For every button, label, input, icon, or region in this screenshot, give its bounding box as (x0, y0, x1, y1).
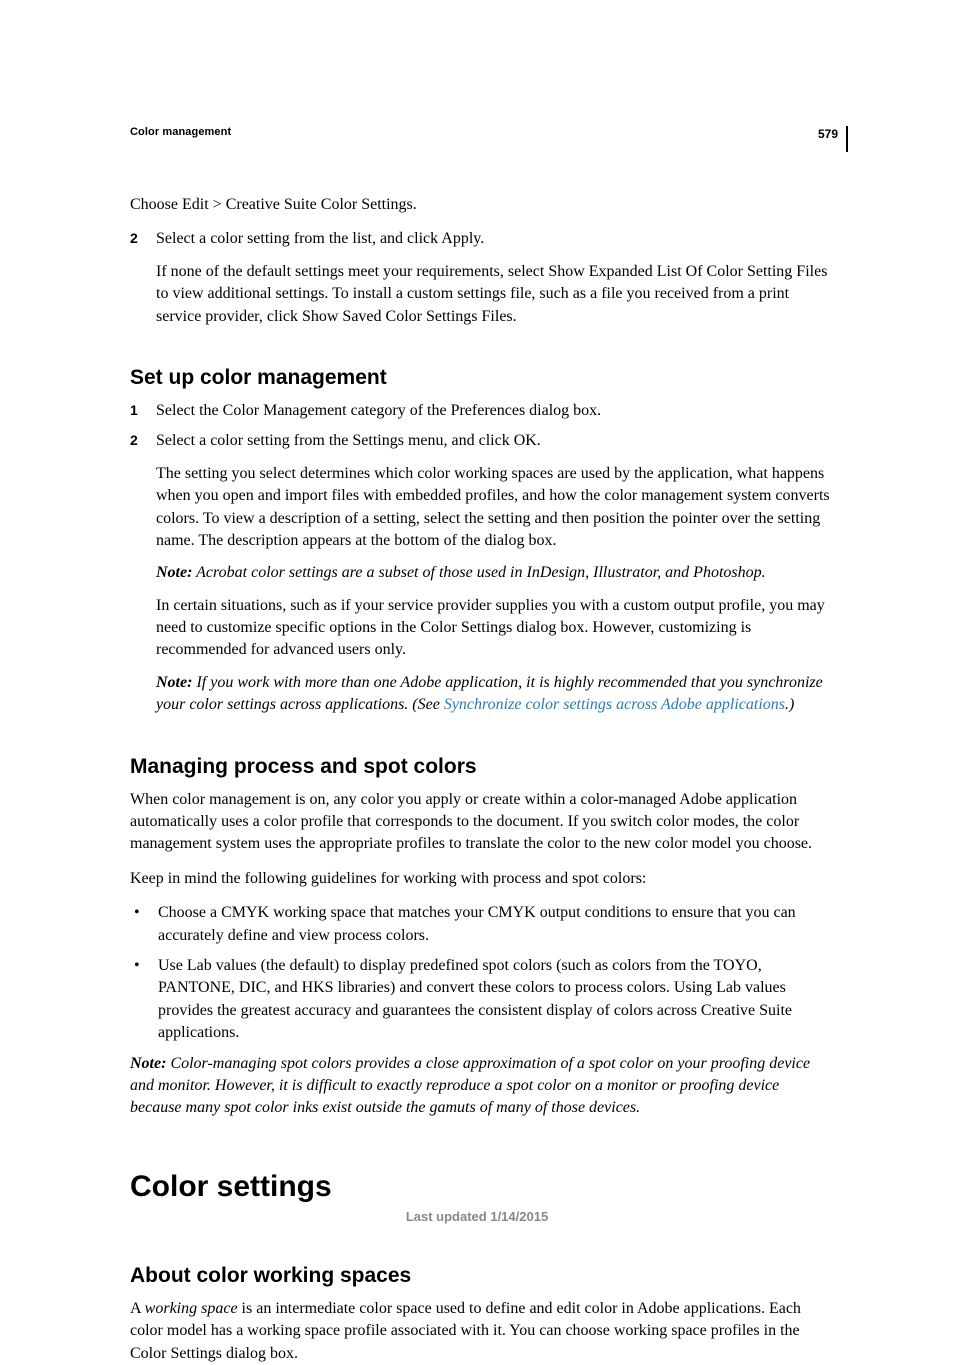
note-spot-colors: Note: Color-managing spot colors provide… (130, 1053, 830, 1120)
setup-step-1: 1 Select the Color Management category o… (130, 400, 830, 422)
process-p1: When color management is on, any color y… (130, 789, 830, 856)
bullet-icon: • (134, 902, 144, 947)
link-synchronize[interactable]: Synchronize color settings across Adobe … (444, 696, 785, 713)
intro-step-2: 2 Select a color setting from the list, … (130, 228, 830, 336)
about-p1: A working space is an intermediate color… (130, 1298, 830, 1365)
step-content: Select the Color Management category of … (156, 400, 830, 422)
process-p2: Keep in mind the following guidelines fo… (130, 868, 830, 890)
step-main: Select a color setting from the Settings… (156, 430, 830, 452)
step-main: Select a color setting from the list, an… (156, 228, 830, 250)
setup-step-2: 2 Select a color setting from the Settin… (130, 430, 830, 724)
heading-process-spot: Managing process and spot colors (130, 755, 830, 779)
term-working-space: working space (145, 1300, 238, 1317)
step-number: 2 (130, 430, 144, 724)
step-content: Select a color setting from the Settings… (156, 430, 830, 724)
footer-last-updated: Last updated 1/14/2015 (0, 1209, 954, 1224)
heading-about-working-spaces: About color working spaces (130, 1264, 830, 1288)
bullet-content: Choose a CMYK working space that matches… (158, 902, 830, 947)
intro-line: Choose Edit > Creative Suite Color Setti… (130, 194, 830, 216)
step-number: 1 (130, 400, 144, 422)
note-2: Note: If you work with more than one Ado… (156, 672, 830, 717)
heading-setup: Set up color management (130, 366, 830, 390)
note-label: Note: (156, 564, 192, 581)
note-1: Note: Acrobat color settings are a subse… (156, 562, 830, 584)
note-body: Acrobat color settings are a subset of t… (192, 564, 765, 581)
step-content: Select a color setting from the list, an… (156, 228, 830, 336)
step-sub2: In certain situations, such as if your s… (156, 595, 830, 662)
step-number: 2 (130, 228, 144, 336)
bullet-1: • Choose a CMYK working space that match… (130, 902, 830, 947)
bullet-2: • Use Lab values (the default) to displa… (130, 955, 830, 1045)
text-before: A (130, 1300, 145, 1317)
note-body: Color-managing spot colors provides a cl… (130, 1055, 810, 1117)
page-number: 579 (818, 126, 848, 152)
step-sub: If none of the default settings meet you… (156, 261, 830, 328)
note-body-after: .) (785, 696, 794, 713)
heading-color-settings: Color settings (130, 1170, 830, 1204)
note-label: Note: (130, 1055, 166, 1072)
bullet-content: Use Lab values (the default) to display … (158, 955, 830, 1045)
step-sub1: The setting you select determines which … (156, 463, 830, 553)
bullet-icon: • (134, 955, 144, 1045)
note-label: Note: (156, 674, 192, 691)
running-header: Color management (130, 126, 830, 138)
